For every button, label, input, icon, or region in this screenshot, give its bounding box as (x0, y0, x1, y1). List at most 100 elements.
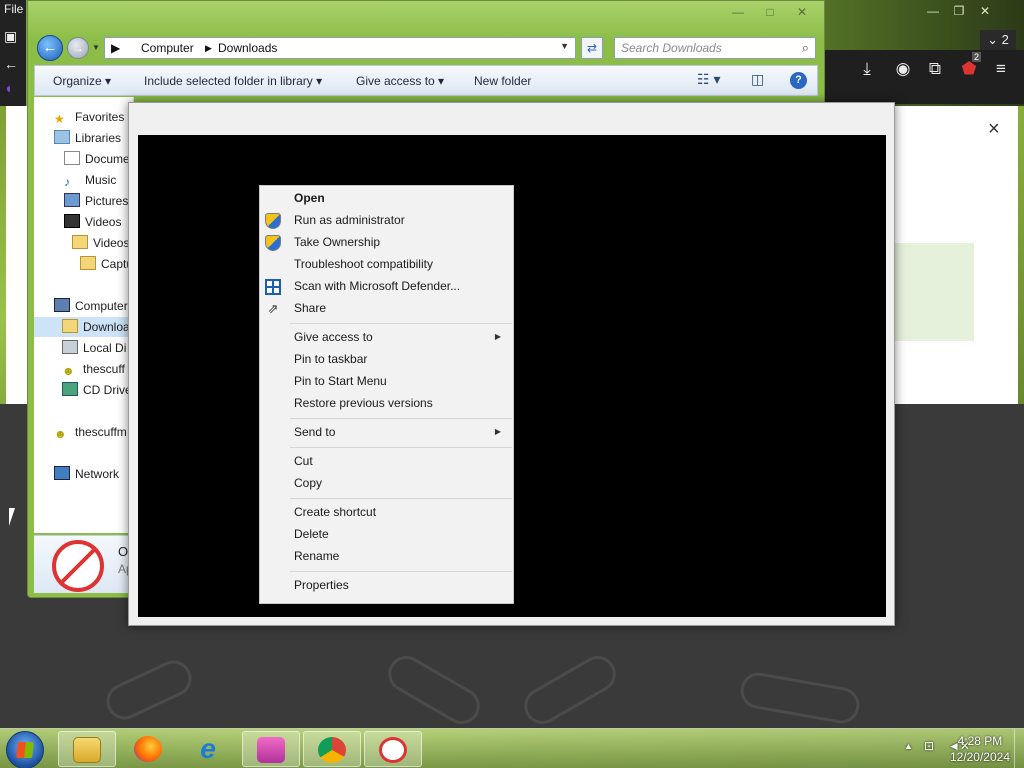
browser-maximize-button[interactable]: ❐ (946, 2, 972, 20)
nav-thescuff-drive[interactable]: ☻ thescuff (62, 359, 125, 379)
menu-item-open[interactable]: Open (260, 188, 513, 210)
browser-toolbar: ⤓ ◉ ⧉ ⬟ 2 ≡ (820, 50, 1024, 104)
nav-local-disk[interactable]: Local Di (62, 338, 126, 358)
clock-time: 4:28 PM (957, 734, 1003, 748)
menu-item-label: Run as administrator (294, 213, 405, 227)
menu-item-copy[interactable]: Copy (260, 473, 513, 495)
internet-explorer-icon: e (200, 733, 216, 764)
recent-pages-icon[interactable]: ▼ (92, 43, 100, 52)
taskbar-security-app[interactable] (364, 731, 422, 767)
breadcrumb-downloads[interactable]: Downloads (218, 41, 277, 55)
taskbar-cat-app[interactable] (242, 731, 300, 767)
menu-item-label: Copy (294, 476, 323, 490)
uac-shield-icon (265, 235, 281, 251)
download-icon[interactable]: ⤓ (856, 58, 878, 80)
nav-pictures-label: Pictures (85, 194, 129, 208)
start-button[interactable] (6, 731, 44, 768)
mouse-cursor-icon (9, 508, 15, 526)
taskbar-internet-explorer[interactable]: e (180, 731, 238, 767)
menu-item-take-ownership[interactable]: Take Ownership (260, 232, 513, 254)
nav-computer[interactable]: Computer (54, 296, 128, 316)
taskbar-firefox[interactable] (120, 731, 178, 767)
search-input[interactable]: Search Downloads ⌕ (614, 37, 816, 59)
menu-item-create-shortcut[interactable]: Create shortcut (260, 502, 513, 524)
extensions-icon[interactable]: ⧉ (924, 58, 946, 80)
help-icon[interactable]: ? (790, 72, 807, 89)
back-button[interactable]: ← (37, 35, 63, 61)
preview-pane-icon[interactable]: ◫ (751, 71, 764, 88)
menu-separator (290, 571, 512, 572)
breadcrumb-computer[interactable]: Computer (141, 41, 194, 55)
view-options-icon[interactable]: ☷ ▾ (697, 71, 720, 88)
browser-back-icon[interactable]: ← (4, 56, 18, 72)
search-icon[interactable]: ⌕ (802, 40, 809, 56)
breadcrumb-separator-icon[interactable]: ▶ (205, 43, 212, 54)
forward-button[interactable]: → (67, 37, 89, 59)
taskbar-explorer[interactable] (58, 731, 116, 767)
nav-favorites-label: Favorites (75, 110, 125, 124)
show-desktop-button[interactable] (1014, 729, 1024, 768)
file-menu[interactable]: File (4, 2, 23, 16)
clock[interactable]: 4:28 PM 12/20/2024 (950, 733, 1010, 765)
disk-icon (62, 340, 78, 354)
nav-downloads[interactable]: Downloa (34, 317, 133, 337)
browser-tab-icon[interactable]: ▣ (4, 28, 17, 45)
nav-videos[interactable]: Videos (64, 212, 121, 232)
menu-item-properties[interactable]: Properties (260, 575, 513, 597)
browser-close-button[interactable]: ✕ (972, 2, 998, 20)
menu-item-share[interactable]: ⇗ Share (260, 298, 513, 320)
nav-cd-drive[interactable]: CD Drive (62, 380, 132, 400)
nav-captures[interactable]: Captu (80, 254, 133, 274)
clock-date: 12/20/2024 (949, 750, 1010, 764)
menu-item-label: Open (294, 191, 325, 205)
nav-libraries[interactable]: Libraries (54, 128, 121, 148)
nav-network[interactable]: Network (54, 464, 119, 484)
nav-thescuff-user[interactable]: ☻ thescuffm (54, 422, 127, 442)
menu-item-rename[interactable]: Rename (260, 546, 513, 568)
refresh-button[interactable]: ⇄ (581, 37, 603, 59)
menu-icon[interactable]: ≡ (990, 58, 1012, 80)
browser-minimize-button[interactable]: — (920, 2, 946, 20)
give-access-button[interactable]: Give access to ▾ (356, 74, 444, 88)
menu-item-run-as-administrator[interactable]: Run as administrator (260, 210, 513, 232)
explorer-close-button[interactable]: ✕ (788, 3, 816, 21)
menu-item-pin-to-start-menu[interactable]: Pin to Start Menu (260, 371, 513, 393)
explorer-minimize-button[interactable]: — (724, 3, 752, 21)
explorer-maximize-button[interactable]: □ (756, 3, 784, 21)
address-bar[interactable]: ▶ Computer ▶ Downloads ▼ (104, 37, 576, 59)
menu-item-cut[interactable]: Cut (260, 451, 513, 473)
menu-item-delete[interactable]: Delete (260, 524, 513, 546)
extension-badge: 2 (972, 52, 982, 62)
nav-thescuff-user-label: thescuffm (75, 425, 127, 439)
include-library-button[interactable]: Include selected folder in library ▾ (144, 74, 322, 88)
tab-count-button[interactable]: ⌄ 2 (980, 30, 1016, 50)
downloads-folder-icon (62, 319, 78, 333)
menu-item-restore-previous-versions[interactable]: Restore previous versions (260, 393, 513, 415)
menu-item-label: Rename (294, 549, 340, 563)
menu-item-label: Share (294, 301, 327, 315)
nav-libraries-label: Libraries (75, 131, 122, 145)
command-bar: Organize ▾ Include selected folder in li… (34, 65, 818, 96)
nav-downloads-label: Downloa (83, 320, 130, 334)
network-status-icon[interactable]: ⊡ (924, 739, 934, 753)
share-icon: ⇗ (267, 301, 279, 316)
show-hidden-icons-icon[interactable]: ▲ (904, 741, 913, 751)
account-icon[interactable]: ◉ (892, 58, 914, 80)
nav-pictures[interactable]: Pictures (64, 191, 128, 211)
new-folder-button[interactable]: New folder (474, 74, 531, 88)
nav-documents[interactable]: Docume (64, 149, 130, 169)
explorer-window-controls: — □ ✕ (720, 3, 816, 21)
menu-item-scan-with-microsoft-defender[interactable]: Scan with Microsoft Defender... (260, 276, 513, 298)
organize-button[interactable]: Organize ▾ (53, 74, 111, 88)
menu-item-give-access-to[interactable]: Give access to ▶ (260, 327, 513, 349)
dialog-close-icon[interactable]: × (988, 118, 1000, 141)
nav-favorites[interactable]: ★ Favorites (54, 107, 124, 127)
menu-item-pin-to-taskbar[interactable]: Pin to taskbar (260, 349, 513, 371)
nav-videos-folder[interactable]: Videos (72, 233, 129, 253)
nav-music[interactable]: ♪ Music (64, 170, 116, 190)
taskbar-chrome[interactable] (303, 731, 361, 767)
menu-item-send-to[interactable]: Send to ▶ (260, 422, 513, 444)
submenu-arrow-icon: ▶ (494, 427, 501, 436)
menu-item-troubleshoot-compatibility[interactable]: Troubleshoot compatibility (260, 254, 513, 276)
address-dropdown-icon[interactable]: ▼ (560, 41, 569, 51)
